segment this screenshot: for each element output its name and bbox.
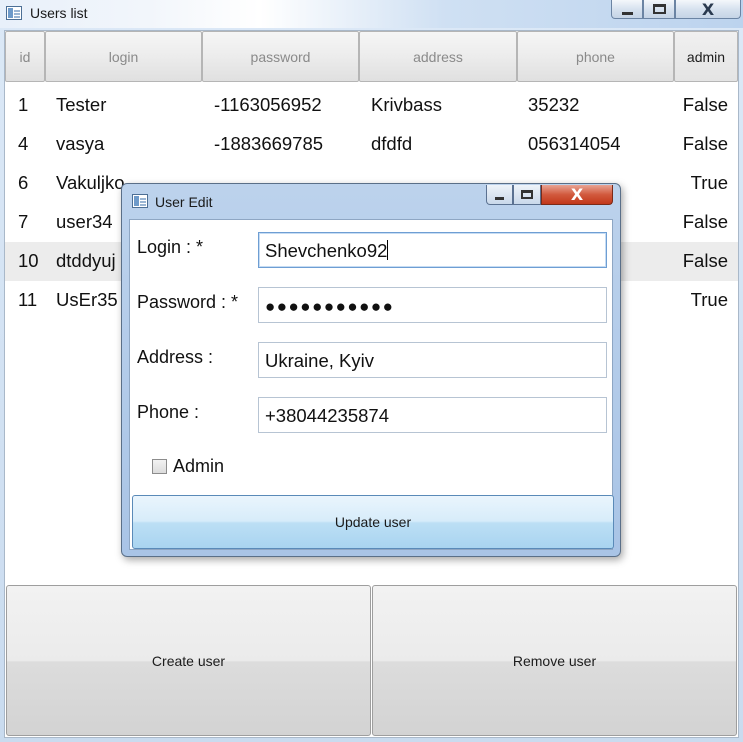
maximize-icon bbox=[521, 190, 533, 199]
address-field[interactable]: Ukraine, Kyiv bbox=[258, 342, 607, 378]
cell-login: Tester bbox=[56, 94, 107, 115]
dialog-close-button[interactable]: X bbox=[541, 185, 613, 205]
table-row[interactable]: 4 vasya -1883669785 dfdfd 056314054 Fals… bbox=[5, 125, 738, 164]
cell-admin: True bbox=[690, 172, 728, 193]
update-user-button[interactable]: Update user bbox=[132, 495, 614, 549]
title-bar: Users list X bbox=[0, 0, 743, 28]
cell-admin: False bbox=[682, 94, 728, 115]
user-edit-dialog: User Edit X Login : * Shevchenko92 Passw… bbox=[121, 183, 621, 557]
text-caret bbox=[387, 240, 389, 260]
column-header-phone[interactable]: phone bbox=[517, 31, 674, 82]
address-label: Address : bbox=[137, 347, 214, 367]
cell-address: Krivbass bbox=[371, 94, 442, 115]
close-icon: X bbox=[701, 0, 715, 19]
admin-checkbox-row[interactable]: Admin bbox=[152, 456, 224, 477]
dialog-app-icon bbox=[132, 194, 148, 208]
cell-password: -1163056952 bbox=[214, 94, 322, 115]
dialog-maximize-button[interactable] bbox=[513, 185, 541, 205]
cell-login: dtddyuj bbox=[56, 250, 116, 271]
cell-login: vasya bbox=[56, 133, 105, 154]
cell-address: dfdfd bbox=[371, 133, 413, 154]
cell-login: UsEr35 bbox=[56, 289, 118, 310]
cell-admin: False bbox=[682, 133, 728, 154]
remove-user-button[interactable]: Remove user bbox=[372, 585, 737, 736]
password-field[interactable]: ●●●●●●●●●●● bbox=[258, 287, 607, 323]
login-label: Login : * bbox=[137, 237, 204, 257]
cell-id: 6 bbox=[18, 172, 29, 193]
login-value: Shevchenko92 bbox=[265, 240, 388, 261]
maximize-icon bbox=[652, 4, 666, 14]
cell-id: 11 bbox=[18, 289, 38, 310]
column-header-address[interactable]: address bbox=[359, 31, 517, 82]
maximize-button[interactable] bbox=[643, 0, 675, 19]
cell-id: 7 bbox=[18, 211, 29, 232]
phone-field[interactable]: +38044235874 bbox=[258, 397, 607, 433]
address-value: Ukraine, Kyiv bbox=[265, 350, 374, 371]
column-header-login[interactable]: login bbox=[45, 31, 202, 82]
cell-id: 1 bbox=[18, 94, 29, 115]
create-user-button[interactable]: Create user bbox=[6, 585, 371, 736]
dialog-form: Login : * Shevchenko92 Password : * ●●●●… bbox=[129, 219, 614, 550]
column-header-id[interactable]: id bbox=[5, 31, 45, 82]
window-app-icon bbox=[6, 6, 22, 20]
minimize-icon bbox=[495, 197, 504, 200]
phone-value: +38044235874 bbox=[265, 405, 389, 426]
cell-admin: False bbox=[682, 211, 728, 232]
close-icon: X bbox=[570, 185, 584, 204]
column-header-password[interactable]: password bbox=[202, 31, 359, 82]
admin-label: Admin bbox=[173, 456, 225, 476]
cell-admin: True bbox=[690, 289, 728, 310]
column-header-admin[interactable]: admin bbox=[674, 31, 738, 82]
cell-admin: False bbox=[682, 250, 728, 271]
minimize-icon bbox=[621, 11, 633, 15]
password-label: Password : * bbox=[137, 292, 239, 312]
cell-login: Vakuljko bbox=[56, 172, 125, 193]
cell-id: 4 bbox=[18, 133, 29, 154]
dialog-title: User Edit bbox=[155, 194, 213, 210]
dialog-minimize-button[interactable] bbox=[486, 185, 513, 205]
password-value: ●●●●●●●●●●● bbox=[265, 297, 395, 316]
admin-checkbox[interactable] bbox=[152, 459, 167, 474]
minimize-button[interactable] bbox=[611, 0, 643, 19]
close-button[interactable]: X bbox=[675, 0, 741, 19]
cell-password: -1883669785 bbox=[214, 133, 324, 154]
login-field[interactable]: Shevchenko92 bbox=[258, 232, 607, 268]
cell-id: 10 bbox=[18, 250, 39, 271]
phone-label: Phone : bbox=[137, 402, 200, 422]
cell-phone: 35232 bbox=[528, 94, 580, 115]
table-row[interactable]: 1 Tester -1163056952 Krivbass 35232 Fals… bbox=[5, 86, 738, 125]
window-title: Users list bbox=[30, 5, 88, 21]
users-grid-header: id login password address phone admin bbox=[5, 31, 738, 82]
cell-phone: 056314054 bbox=[528, 133, 621, 154]
cell-login: user34 bbox=[56, 211, 113, 232]
